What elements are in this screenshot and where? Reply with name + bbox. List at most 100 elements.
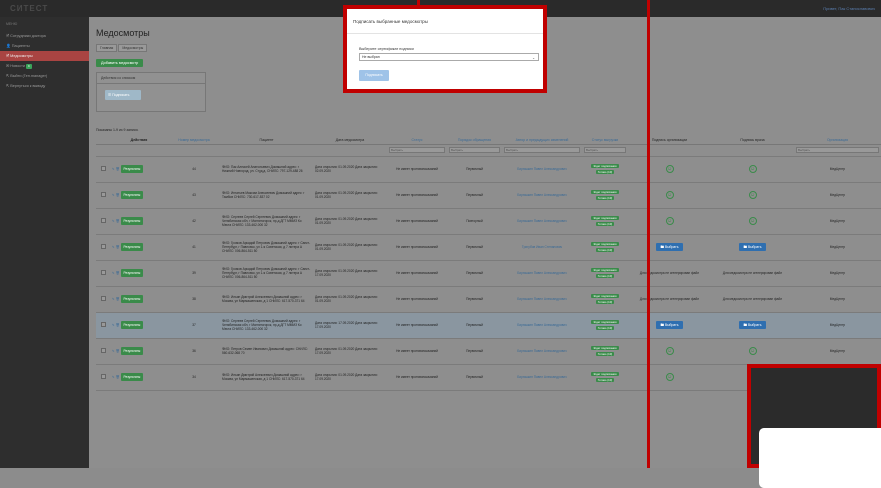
author-link[interactable]: Бирюшкин Павел Александрович [502,338,582,365]
delete-icon[interactable]: 🗑 [116,323,120,327]
table-row[interactable]: ✎ 🗑 Результаты 44 ФИО: Пак Алексей Анатоль… [96,156,881,183]
edit-icon[interactable]: ✎ [112,271,115,275]
row-checkbox[interactable] [100,347,106,353]
sidebar-item-checkups[interactable]: 🖹 Медосмотры [0,51,89,61]
edit-icon[interactable]: ✎ [112,193,115,197]
upload-filter[interactable]: Выбрать [584,147,626,153]
edit-icon[interactable]: ✎ [112,297,115,301]
author-link[interactable]: Бирюшкин Павел Александрович [502,260,582,287]
col-number[interactable]: Номер медосмотра [168,136,220,145]
row-checkbox[interactable] [100,191,106,197]
edit-icon[interactable]: ✎ [112,349,115,353]
delete-icon[interactable]: 🗑 [116,219,120,223]
row-checkbox[interactable] [100,165,106,171]
row-checkbox[interactable] [100,217,106,223]
table-row[interactable]: ✎ 🗑 Результаты 42 ФИО: Сергеев Сергей Серг… [96,208,881,235]
edit-icon[interactable]: ✎ [112,167,115,171]
certificate-select[interactable]: Не выбран ⌄ [359,53,539,61]
sign-button[interactable]: Подписать [359,70,389,81]
add-checkup-button[interactable]: Добавить медосмотр [96,59,144,67]
table-row[interactable]: ✎ 🗑 Результаты 38 ФИО: Ильин Дмитрий Алекс… [96,286,881,313]
checkup-dates: Дата открытия: 01.09.2020 Дата закрытия:… [313,286,387,313]
sidebar-item-patients[interactable]: 👤 Пациенты [0,41,89,51]
checkup-order: Первичный [447,312,502,339]
upload-status-badge: Ждет подписания [591,319,619,324]
edit-icon[interactable]: ✎ [112,375,115,379]
row-checkbox[interactable] [100,243,106,249]
checkups-table: Действия Номер медосмотра Пациент Дата м… [96,136,881,391]
author-link[interactable]: Бирюшкин Павел Александрович [502,208,582,235]
delete-icon[interactable]: 🗑 [116,167,120,171]
app-logo[interactable]: СИТЕСТ [10,4,48,13]
author-link[interactable]: Бирюшкин Павел Александрович [502,364,582,391]
author-link[interactable]: Бирюшкин Павел Александрович [502,286,582,313]
results-button[interactable]: Результаты [120,372,144,382]
author-link[interactable]: Бирюшкин Павел Александрович [502,156,582,183]
table-row[interactable]: ✎ 🗑 Результаты 36 ФИО: Петров Семен Иванов… [96,338,881,365]
col-actions: Действия [110,136,168,145]
results-button[interactable]: Результаты [120,164,144,174]
col-upload-status[interactable]: Статус выгрузки [582,136,628,145]
choose-signature-button[interactable]: 🖿 Выбрать [739,320,766,330]
results-button[interactable]: Результаты [120,242,144,252]
organization-name: МедЦентр [794,156,881,183]
upload-ready-badge: Готово (10) [595,300,615,305]
delete-icon[interactable]: 🗑 [116,193,120,197]
row-checkbox[interactable] [100,295,106,301]
patient-info: ФИО: Громов Аркадий Петрович Домашний ад… [220,260,313,287]
organization-filter[interactable]: Выбрать [796,147,879,153]
delete-icon[interactable]: 🗑 [116,271,120,275]
table-row[interactable]: ✎ 🗑 Результаты 37 ФИО: Сергеев Сергей Серг… [96,312,881,339]
sidebar-item-doctors[interactable]: 🖹 Сотрудники доктора [0,31,89,41]
row-checkbox[interactable] [100,321,106,327]
choose-signature-button[interactable]: 🖿 Выбрать [656,320,683,330]
breadcrumb: Главная Медосмотры [96,44,148,52]
delete-icon[interactable]: 🗑 [116,245,120,249]
checkup-number: 41 [168,234,220,261]
col-doc-sign: Подпись врача [711,136,794,145]
checkup-dates: Дата открытия: 01.09.2020 Дата закрытия:… [313,234,387,261]
row-checkbox[interactable] [100,373,106,379]
results-button[interactable]: Результаты [120,294,144,304]
status-filter[interactable]: Выбрать [389,147,445,153]
author-link[interactable]: Бирюшкин Павел Александрович [502,312,582,339]
choose-signature-button[interactable]: 🖿 Выбрать [739,242,766,252]
list-actions-panel: Действия со списком ☰ Подписать [96,72,206,112]
sidebar-item-logout[interactable]: ⇱ Выйти (Ген.manager) [0,71,89,81]
row-checkbox[interactable] [100,269,106,275]
delete-icon[interactable]: 🗑 [116,375,120,379]
results-button[interactable]: Результаты [120,346,144,356]
user-greeting[interactable]: Привет, Пак Станиславович [823,6,875,11]
edit-icon[interactable]: ✎ [112,323,115,327]
author-link[interactable]: Тригубов Иван Степанович [502,234,582,261]
signature-seal-icon: ☺ [665,165,674,173]
delete-icon[interactable]: 🗑 [116,297,120,301]
author-link[interactable]: Бирюшкин Павел Александрович [502,182,582,209]
col-order[interactable]: Порядок обращения [447,136,502,145]
results-button[interactable]: Результаты [120,268,144,278]
results-button[interactable]: Результаты [120,320,144,330]
col-organization[interactable]: Организация [794,136,881,145]
order-filter[interactable]: Выбрать [449,147,500,153]
checkup-status: Не имеет противопоказаний [387,182,447,209]
breadcrumb-home[interactable]: Главная [96,44,118,52]
upload-ready-badge: Готово (10) [595,248,615,253]
checkup-status: Не имеет противопоказаний [387,208,447,235]
col-author[interactable]: Автор и предыдущих изменений [502,136,582,145]
table-row[interactable]: ✎ 🗑 Результаты 39 ФИО: Громов Аркадий Петр… [96,260,881,287]
results-button[interactable]: Результаты [120,216,144,226]
col-status[interactable]: Статус [387,136,447,145]
sidebar-item-return[interactable]: ⇱ Вернуться к выводу [0,81,89,91]
edit-icon[interactable]: ✎ [112,245,115,249]
list-actions-select[interactable]: ☰ Подписать [105,90,141,100]
sidebar-item-news[interactable]: ✉ Новости 9 [0,61,89,71]
results-button[interactable]: Результаты [120,190,144,200]
table-row[interactable]: ✎ 🗑 Результаты 43 ФИО: Игнатьев Максим Але… [96,182,881,209]
edit-icon[interactable]: ✎ [112,219,115,223]
author-filter[interactable]: Выбрать [504,147,580,153]
delete-icon[interactable]: 🗑 [116,349,120,353]
choose-signature-button[interactable]: 🖿 Выбрать [656,242,683,252]
col-date: Дата медосмотра [313,136,387,145]
upload-status-badge: Ждет подписания [591,267,619,272]
table-row[interactable]: ✎ 🗑 Результаты 41 ФИО: Громов Аркадий Петр… [96,234,881,261]
